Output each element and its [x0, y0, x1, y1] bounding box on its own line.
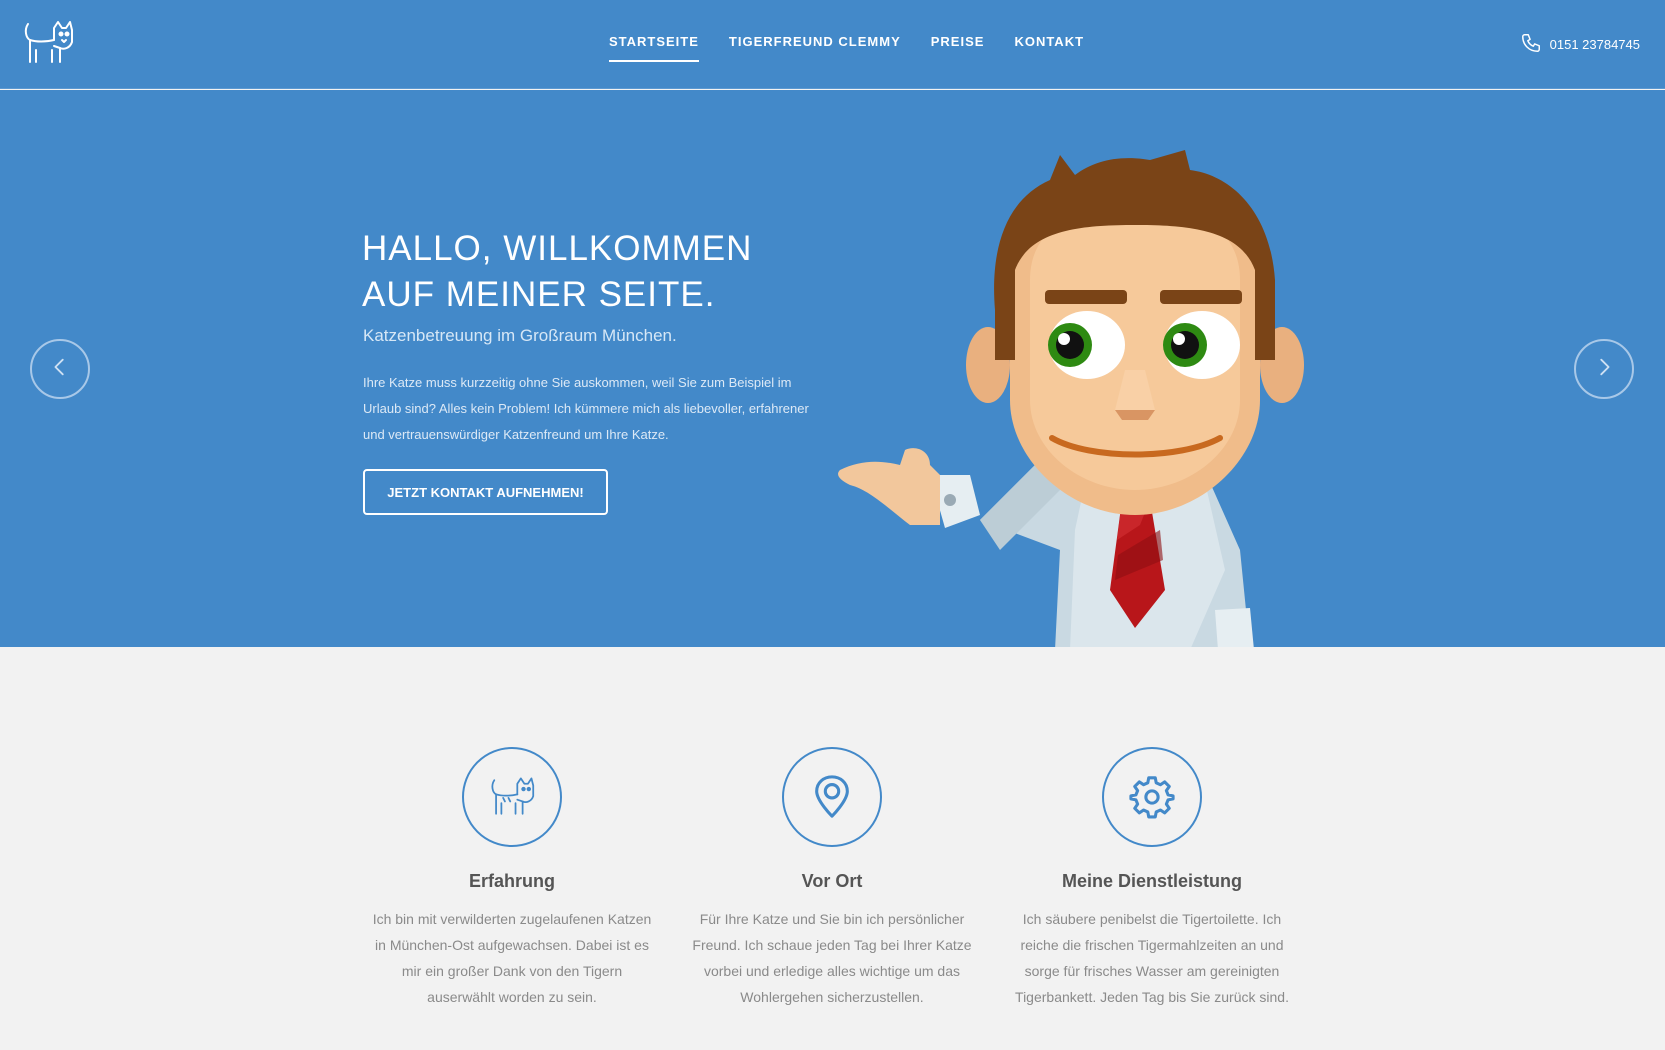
gear-icon	[1102, 747, 1202, 847]
feature-meine-dienstleistung: Meine Dienstleistung Ich säubere penibel…	[1002, 747, 1302, 1010]
contact-cta-button[interactable]: JETZT KONTAKT AUFNEHMEN!	[363, 469, 608, 515]
feature-vor-ort: Vor Ort Für Ihre Katze und Sie bin ich p…	[682, 747, 982, 1010]
chevron-left-icon	[49, 356, 71, 383]
phone-contact[interactable]: 0151 23784745	[1520, 32, 1640, 57]
nav-startseite[interactable]: STARTSEITE	[608, 0, 699, 62]
feature-title: Vor Ort	[801, 871, 863, 891]
chevron-right-icon	[1593, 356, 1615, 383]
feature-text: Ich bin mit verwilderten zugelaufenen Ka…	[372, 911, 652, 1005]
hero-text: Ihre Katze muss kurzzeitig ohne Sie ausk…	[363, 375, 809, 442]
carousel-next-button[interactable]	[1574, 339, 1634, 399]
nav-kontakt[interactable]: KONTAKT	[1014, 0, 1084, 62]
phone-number: 0151 23784745	[1549, 37, 1640, 52]
feature-title: Meine Dienstleistung	[1061, 871, 1243, 891]
hero-title: HALLO, WILLKOMMEN AUF MEINER SEITE.	[362, 229, 753, 314]
feature-text: Ich säubere penibelst die Tigertoilette.…	[1015, 911, 1289, 1005]
nav-preise[interactable]: PREISE	[931, 0, 985, 62]
map-pin-icon	[782, 747, 882, 847]
feature-erfahrung: Erfahrung Ich bin mit verwilderten zugel…	[362, 747, 662, 1010]
mascot-illustration	[830, 130, 1330, 647]
cat-icon	[462, 747, 562, 847]
features-section: Erfahrung Ich bin mit verwilderten zugel…	[0, 647, 1665, 1050]
nav-tigerfreund-clemmy[interactable]: TIGERFREUND CLEMMY	[729, 0, 901, 62]
feature-title: Erfahrung	[468, 871, 555, 891]
hero-section: HALLO, WILLKOMMEN AUF MEINER SEITE. Katz…	[0, 90, 1665, 647]
phone-icon	[1520, 32, 1542, 57]
hero-subtitle: Katzenbetreuung im Großraum München.	[363, 326, 677, 345]
site-header: STARTSEITE TIGERFREUND CLEMMY PREISE KON…	[0, 0, 1665, 89]
carousel-prev-button[interactable]	[30, 339, 90, 399]
feature-text: Für Ihre Katze und Sie bin ich persönlic…	[692, 911, 972, 1005]
main-nav: STARTSEITE TIGERFREUND CLEMMY PREISE KON…	[0, 0, 1665, 89]
